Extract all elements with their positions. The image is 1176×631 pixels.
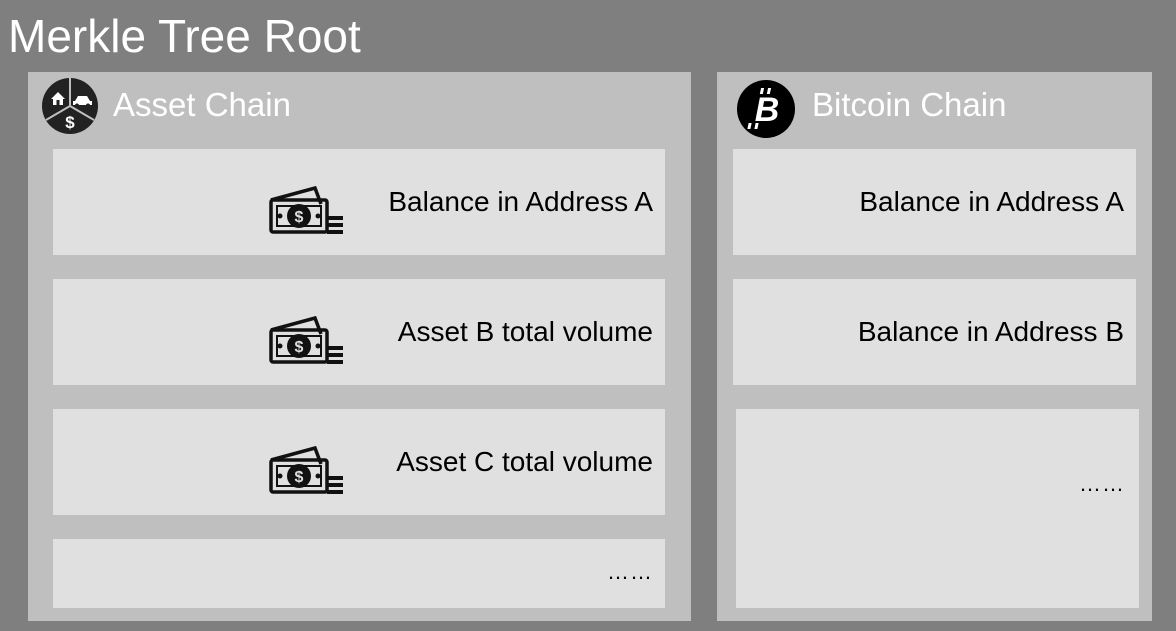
bitcoin-item-label: Balance in Address A [859,186,1124,217]
asset-chain-header: $ Asset Chain [28,72,691,138]
ellipsis-label: …… [607,559,653,584]
svg-text:$: $ [295,339,304,356]
money-stack-icon: $ [269,316,343,364]
bitcoin-item-2: Balance in Address B [733,279,1136,385]
asset-item-label: Asset C total volume [396,446,653,477]
svg-text:$: $ [295,469,304,486]
asset-item-1: $ Balance in Address A [53,149,665,255]
svg-text:$: $ [65,113,75,132]
page-title: Merkle Tree Root [8,10,361,62]
bitcoin-chain-title: Bitcoin Chain [812,86,1007,123]
asset-item-ellipsis: …… [53,539,665,608]
bitcoin-item-label: Balance in Address B [857,316,1124,347]
asset-item-2: $ Asset B total volume [53,279,665,385]
ellipsis-label: …… [1079,471,1125,496]
money-stack-icon: $ [269,186,343,234]
asset-chain-panel: $ Asset Chain $ Balance in Address A $ A… [28,72,691,621]
svg-text:$: $ [295,209,304,226]
money-stack-icon: $ [269,446,343,494]
bitcoin-item-1: Balance in Address A [733,149,1136,255]
asset-item-3: $ Asset C total volume [53,409,665,515]
bitcoin-icon: B [737,80,795,138]
asset-chain-title: Asset Chain [113,86,291,123]
bitcoin-item-ellipsis: …… [736,409,1139,608]
bitcoin-chain-header: B Bitcoin Chain [717,72,1152,138]
bitcoin-chain-panel: B Bitcoin Chain Balance in Address A Bal… [717,72,1152,621]
asset-item-label: Asset B total volume [397,316,653,347]
asset-pie-icon: $ [42,78,98,134]
asset-item-label: Balance in Address A [388,186,653,217]
